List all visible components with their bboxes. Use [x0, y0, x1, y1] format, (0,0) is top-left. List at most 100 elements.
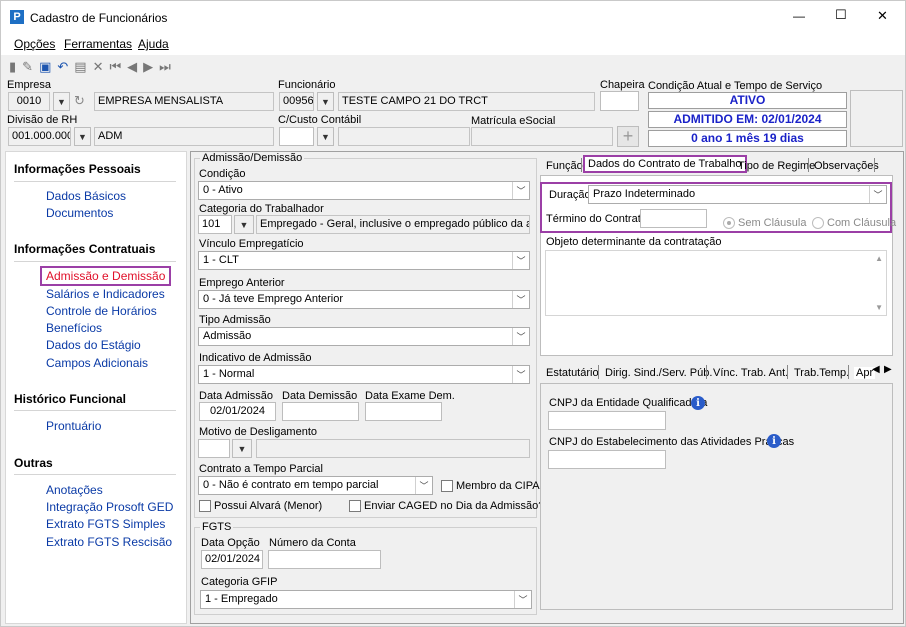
condicao-select[interactable]: 0 - Ativo ﹀	[198, 181, 530, 200]
edit-icon[interactable]: ✎	[22, 59, 33, 75]
motivo-dropdown[interactable]: ▼	[232, 439, 252, 458]
objeto-textarea[interactable]: ▲ ▼	[545, 250, 887, 316]
close-button[interactable]: ✕	[877, 8, 888, 24]
empresa-dropdown[interactable]: ▼	[53, 92, 70, 111]
matricula-input[interactable]	[471, 127, 613, 146]
tab-estatutario[interactable]: Estatutário	[546, 367, 599, 379]
nav-divider	[14, 261, 176, 262]
emprego-value: 0 - Já teve Emprego Anterior	[203, 293, 344, 305]
tipo-admissao-select[interactable]: Admissão ﹀	[198, 327, 530, 346]
print-icon[interactable]: ▤	[74, 59, 86, 75]
tab-trab-temp[interactable]: Trab.Temp.	[794, 367, 849, 379]
indicativo-select[interactable]: 1 - Normal ﹀	[198, 365, 530, 384]
next-icon[interactable]: ▶	[143, 59, 153, 75]
menu-ferramentas[interactable]: Ferramentas	[64, 37, 132, 51]
delete-icon[interactable]: ✕	[93, 59, 104, 75]
com-clausula-radio-button[interactable]	[812, 217, 824, 229]
sem-clausula-radio[interactable]: Sem Cláusula	[723, 217, 806, 229]
undo-icon[interactable]: ↶	[57, 59, 68, 75]
divisao-dropdown[interactable]: ▼	[74, 127, 91, 146]
parcial-select[interactable]: 0 - Não é contrato em tempo parcial ﹀	[198, 476, 433, 495]
caged-checkbox[interactable]: Enviar CAGED no Dia da Admissão?	[349, 500, 544, 512]
ccusto-input[interactable]	[279, 127, 314, 146]
sem-clausula-radio-button[interactable]	[723, 217, 735, 229]
data-opcao-label: Data Opção	[201, 537, 260, 549]
nav-prontuario[interactable]: Prontuário	[46, 419, 101, 433]
tab-dirig-sind[interactable]: Dirig. Sind./Serv. Púb.	[605, 367, 712, 379]
new-icon[interactable]: ▮	[9, 59, 16, 75]
menu-ajuda[interactable]: Ajuda	[138, 37, 169, 51]
nav-integracao-ged[interactable]: Integração Prosoft GED	[46, 500, 173, 514]
alvara-checkbox[interactable]: Possui Alvará (Menor)	[199, 500, 322, 512]
menu-opcoes[interactable]: Opções	[14, 37, 55, 51]
duracao-select[interactable]: Prazo Indeterminado ﹀	[588, 185, 887, 204]
com-clausula-radio[interactable]: Com Cláusula	[812, 217, 896, 229]
data-exame-input[interactable]	[365, 402, 442, 421]
prev-icon[interactable]: ◀	[127, 59, 137, 75]
termino-input[interactable]	[640, 209, 707, 228]
nav-dados-basicos[interactable]: Dados Básicos	[46, 189, 126, 203]
emprego-select[interactable]: 0 - Já teve Emprego Anterior ﹀	[198, 290, 530, 309]
info-icon[interactable]: i	[691, 396, 705, 410]
tab-funcao[interactable]: Função	[546, 160, 583, 172]
tab-dados-contrato[interactable]: Dados do Contrato de Trabalho	[583, 155, 747, 173]
tab-tipo-regime[interactable]: Tipo de Regime	[738, 160, 815, 172]
tab-observacoes[interactable]: Observações	[814, 160, 879, 172]
nav-controle-horarios[interactable]: Controle de Horários	[46, 304, 157, 318]
funcionario-dropdown[interactable]: ▼	[317, 92, 334, 111]
status-badge: ATIVO	[648, 92, 847, 109]
nav-extrato-fgts-rescisao[interactable]: Extrato FGTS Rescisão	[46, 535, 172, 549]
nav-salarios[interactable]: Salários e Indicadores	[46, 287, 165, 301]
nav-anotacoes[interactable]: Anotações	[46, 483, 103, 497]
minimize-button[interactable]: —	[793, 9, 805, 23]
tab-divider	[706, 365, 707, 379]
categoria-dropdown[interactable]: ▼	[234, 215, 254, 234]
nav-estagio[interactable]: Dados do Estágio	[46, 338, 141, 352]
alvara-check-box[interactable]	[199, 500, 211, 512]
maximize-button[interactable]: ☐	[835, 7, 847, 23]
data-admissao-input[interactable]: 02/01/2024	[199, 402, 276, 421]
last-icon[interactable]: ⏭	[159, 59, 171, 75]
tab-scroll-left-icon[interactable]: ◀	[872, 364, 880, 375]
categoria-gfip-select[interactable]: 1 - Empregado ﹀	[200, 590, 532, 609]
ccusto-dropdown[interactable]: ▼	[317, 127, 334, 146]
nav-extrato-fgts-simples[interactable]: Extrato FGTS Simples	[46, 517, 165, 531]
add-icon[interactable]: +	[617, 126, 639, 147]
data-demissao-input[interactable]	[282, 402, 359, 421]
motivo-label: Motivo de Desligamento	[199, 426, 318, 438]
nav-documentos[interactable]: Documentos	[46, 206, 113, 220]
nav-campos-adicionais[interactable]: Campos Adicionais	[46, 356, 148, 370]
categoria-code[interactable]: 101	[198, 215, 232, 234]
data-opcao-input[interactable]: 02/01/2024	[201, 550, 263, 569]
cnpj-estabelecimento-input[interactable]	[548, 450, 666, 469]
categoria-gfip-value: 1 - Empregado	[205, 593, 278, 605]
scroll-up-icon[interactable]: ▲	[875, 254, 883, 263]
conta-input[interactable]	[268, 550, 381, 569]
info-icon[interactable]: i	[767, 434, 781, 448]
save-icon[interactable]: ▣	[39, 59, 51, 75]
refresh-icon[interactable]: ↻	[74, 93, 85, 109]
chevron-down-icon: ﹀	[869, 186, 886, 203]
nav-divider	[14, 181, 176, 182]
motivo-input[interactable]	[198, 439, 230, 458]
vinculo-select[interactable]: 1 - CLT ﹀	[198, 251, 530, 270]
cipa-checkbox[interactable]: Membro da CIPA	[441, 480, 540, 492]
nav-admissao-demissao[interactable]: Admissão e Demissão	[39, 266, 172, 286]
title-bar: P Cadastro de Funcionários — ☐ ✕	[1, 1, 905, 33]
categoria-gfip-label: Categoria GFIP	[201, 576, 278, 588]
nav-beneficios[interactable]: Benefícios	[46, 321, 102, 335]
caged-check-box[interactable]	[349, 500, 361, 512]
cipa-check-box[interactable]	[441, 480, 453, 492]
chapeira-input[interactable]	[600, 91, 639, 111]
scroll-down-icon[interactable]: ▼	[875, 303, 883, 312]
condicao-label: Condição	[199, 168, 246, 180]
cnpj-entidade-input[interactable]	[548, 411, 666, 430]
first-icon[interactable]: ⏮	[109, 59, 121, 75]
chevron-down-icon: ﹀	[512, 252, 529, 269]
conta-label: Número da Conta	[269, 537, 356, 549]
ccusto-label: C/Custo Contábil	[278, 114, 362, 126]
chevron-down-icon: ﹀	[512, 291, 529, 308]
tab-scroll-right-icon[interactable]: ▶	[884, 364, 892, 375]
termino-label: Término do Contrato	[546, 213, 647, 225]
tab-vinc-trab-ant[interactable]: Vínc. Trab. Ant.	[713, 367, 788, 379]
